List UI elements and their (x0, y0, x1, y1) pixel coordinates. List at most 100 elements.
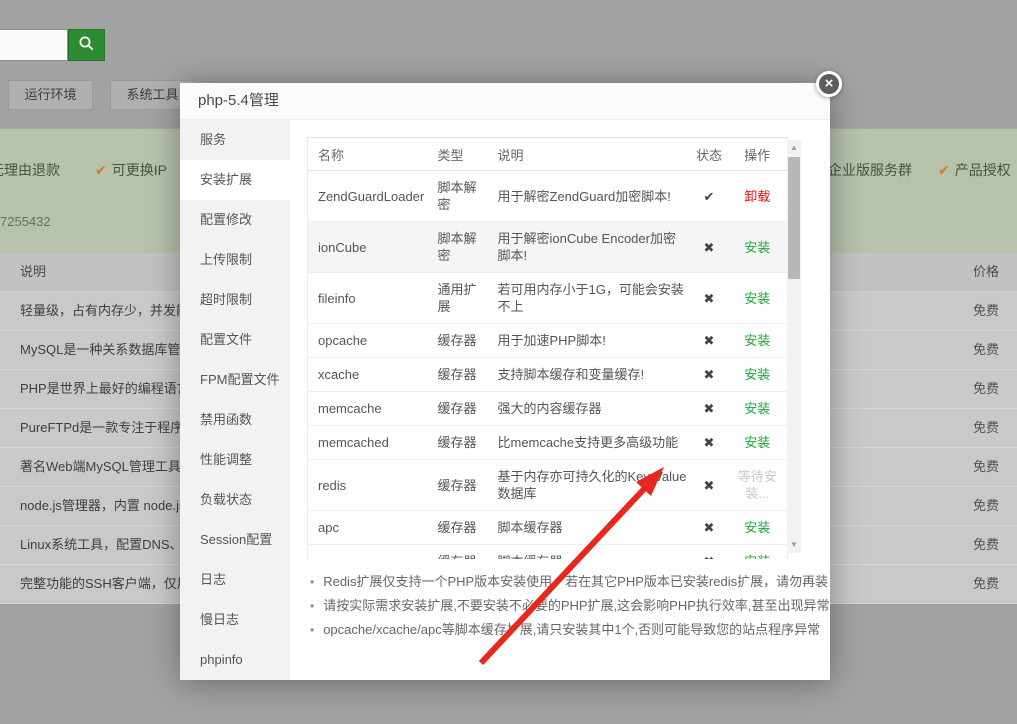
install-link[interactable]: 安装 (744, 367, 770, 382)
sidebar-item-load-status[interactable]: 负载状态 (180, 480, 290, 520)
install-link[interactable]: 安装 (744, 435, 770, 450)
extension-name: fileinfo (308, 273, 428, 324)
sidebar-item-label: 超时限制 (200, 292, 252, 307)
note-text: opcache/xcache/apc等脚本缓存扩展,请只安装其中1个,否则可能导… (323, 622, 820, 637)
extension-name: memcached (308, 426, 428, 460)
sidebar-item-label: 性能调整 (200, 452, 252, 467)
store-row-desc: PHP是世界上最好的编程语言 (20, 370, 190, 408)
install-link[interactable]: 安装 (744, 401, 770, 416)
scrollbar-thumb[interactable] (788, 157, 800, 279)
banner-enterprise-label: 企业版服务群 (828, 160, 912, 180)
store-price-header: 价格 (973, 253, 999, 291)
store-row-desc: 完整功能的SSH客户端，仅用于 (20, 565, 203, 603)
store-desc-header: 说明 (20, 253, 46, 291)
sidebar-item-upload-limit[interactable]: 上传限制 (180, 240, 290, 280)
status-icon: ✖ (704, 367, 715, 382)
store-row-price: 免费 (973, 370, 999, 408)
sidebar-item-label: 配置文件 (200, 332, 252, 347)
install-link[interactable]: 安装 (744, 520, 770, 535)
extension-name: memcache (308, 392, 428, 426)
scroll-down-icon[interactable]: ▼ (787, 539, 801, 551)
scroll-up-icon[interactable]: ▲ (787, 142, 801, 154)
sidebar-item-install-ext[interactable]: 安装扩展 (180, 160, 290, 200)
extensions-table: 名称 类型 说明 状态 操作 ZendGuardLoader 脚本解密 用于解密… (307, 137, 788, 559)
sidebar-item-phpinfo[interactable]: phpinfo (180, 640, 290, 680)
extension-type: 脚本解密 (428, 222, 488, 273)
sidebar-item-label: 安装扩展 (200, 172, 252, 187)
install-link[interactable]: 安装 (744, 240, 770, 255)
uninstall-link[interactable]: 卸载 (744, 189, 770, 204)
close-button[interactable]: × (816, 71, 842, 97)
col-header-action: 操作 (728, 138, 788, 171)
extension-type: 通用扩展 (428, 273, 488, 324)
extension-row: xcache 缓存器 支持脚本缓存和变量缓存! ✖ 安装 (308, 358, 788, 392)
sidebar-item-config-edit[interactable]: 配置修改 (180, 200, 290, 240)
sidebar-item-performance-tuning[interactable]: 性能调整 (180, 440, 290, 480)
install-link[interactable]: 安装 (744, 554, 770, 559)
install-link[interactable]: 安装 (744, 291, 770, 306)
banner-ip-label: ✔可更换IP (95, 160, 167, 180)
banner-refund-label: 无理由退款 (0, 160, 60, 180)
store-row-price: 免费 (973, 526, 999, 564)
extension-row: fileinfo 通用扩展 若可用内存小于1G，可能会安装不上 ✖ 安装 (308, 273, 788, 324)
sidebar-item-label: 配置修改 (200, 212, 252, 227)
search-icon (78, 35, 95, 55)
sidebar-item-disabled-functions[interactable]: 禁用函数 (180, 400, 290, 440)
table-scrollbar[interactable]: ▲ ▼ (787, 140, 801, 553)
extension-name: opcache (308, 324, 428, 358)
extension-name: redis (308, 460, 428, 511)
status-icon: ✖ (704, 554, 715, 559)
extension-type: 缓存器 (428, 358, 488, 392)
sidebar-item-session-config[interactable]: Session配置 (180, 520, 290, 560)
tab-runtime[interactable]: 运行环境 (8, 80, 93, 110)
status-icon: ✔ (704, 189, 715, 204)
extension-desc: 比memcache支持更多高级功能 (488, 426, 691, 460)
sidebar-item-label: 上传限制 (200, 252, 252, 267)
sidebar-item-label: Session配置 (200, 532, 272, 547)
bullet-icon: • (310, 599, 314, 613)
extension-desc: 强大的内容缓存器 (488, 392, 691, 426)
store-row-desc: Linux系统工具，配置DNS、Sw (20, 526, 201, 564)
sidebar-item-fpm-config-file[interactable]: FPM配置文件 (180, 360, 290, 400)
store-row-price: 免费 (973, 448, 999, 486)
search-bar (0, 29, 105, 61)
modal-title: php-5.4管理 (198, 83, 279, 119)
extension-type: 缓存器 (428, 545, 488, 560)
search-button[interactable] (68, 29, 105, 61)
extension-type: 缓存器 (428, 392, 488, 426)
note-item: •请按实际需求安装扩展,不要安装不必要的PHP扩展,这会影响PHP执行效率,甚至… (310, 594, 822, 618)
modal-sidebar: 服务安装扩展配置修改上传限制超时限制配置文件 FPM配置文件禁用函数性能调整负载状… (180, 120, 290, 680)
store-row-desc: MySQL是一种关系数据库管理系 (20, 331, 206, 369)
check-icon: ✔ (95, 162, 107, 178)
extension-desc: 用于解密ionCube Encoder加密脚本! (488, 222, 691, 273)
extension-type: 缓存器 (428, 324, 488, 358)
extension-desc: 用于加速PHP脚本! (488, 324, 691, 358)
extensions-table-header-row: 名称 类型 说明 状态 操作 (308, 138, 788, 171)
bullet-icon: • (310, 623, 314, 637)
banner-license-label: ✔产品授权 (938, 160, 1011, 180)
sidebar-item-timeout-limit[interactable]: 超时限制 (180, 280, 290, 320)
extension-name: ZendGuardLoader (308, 171, 428, 222)
php-manager-modal: php-5.4管理 × 服务安装扩展配置修改上传限制超时限制配置文件FPM配置文… (180, 83, 830, 680)
sidebar-item-config-file[interactable]: 配置文件 (180, 320, 290, 360)
sidebar-item-slow-log[interactable]: 慢日志 (180, 600, 290, 640)
sidebar-item-label: phpinfo (200, 652, 243, 667)
search-input[interactable] (0, 29, 68, 61)
status-icon: ✖ (704, 333, 715, 348)
extension-row: apc 缓存器 脚本缓存器 ✖ 安装 (308, 511, 788, 545)
status-icon: ✖ (704, 401, 715, 416)
extension-row: memcached 缓存器 比memcache支持更多高级功能 ✖ 安装 (308, 426, 788, 460)
waiting-link[interactable]: 等待安装... (738, 469, 777, 501)
store-row-price: 免费 (973, 409, 999, 447)
extension-name: apcu (308, 545, 428, 560)
store-row-price: 免费 (973, 331, 999, 369)
extension-name: xcache (308, 358, 428, 392)
extension-type: 缓存器 (428, 511, 488, 545)
install-link[interactable]: 安装 (744, 333, 770, 348)
extension-name: apc (308, 511, 428, 545)
sidebar-item-service[interactable]: 服务 (180, 120, 290, 160)
extension-desc: 基于内存亦可持久化的Key-Value数据库 (488, 460, 691, 511)
sidebar-item-log[interactable]: 日志 (180, 560, 290, 600)
store-row-price: 免费 (973, 565, 999, 603)
status-icon: ✖ (704, 240, 715, 255)
